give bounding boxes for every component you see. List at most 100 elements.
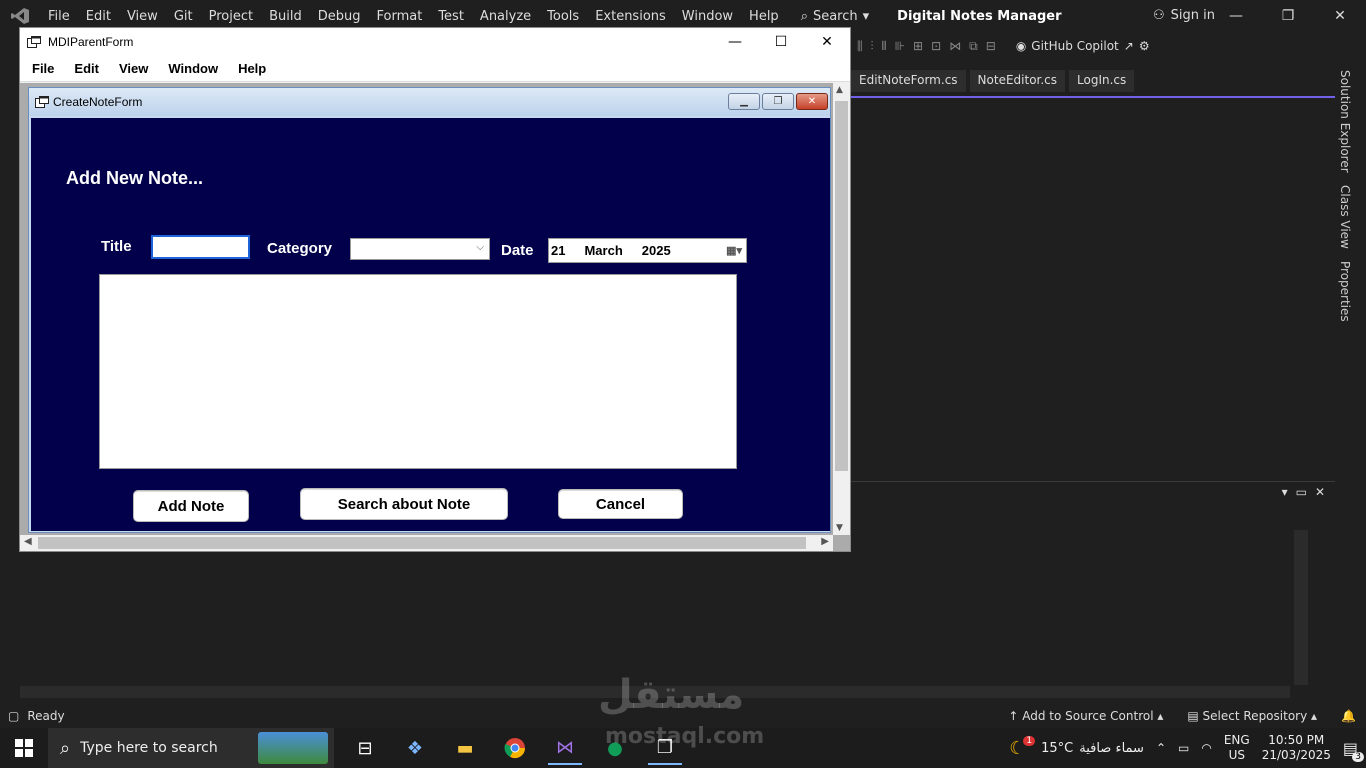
- mdi-titlebar[interactable]: MDIParentForm — ☐ ✕: [20, 28, 850, 56]
- date-month[interactable]: March: [584, 243, 622, 258]
- notifications-button[interactable]: ▤ 3: [1343, 739, 1364, 762]
- date-day[interactable]: 21: [551, 243, 565, 258]
- child-titlebar[interactable]: CreateNoteForm ▁ ❐ ✕: [29, 88, 830, 116]
- tray-chevron-up-icon[interactable]: ⌃: [1156, 741, 1166, 755]
- add-to-source-control-button[interactable]: ↑ Add to Source Control ▴: [1008, 709, 1163, 723]
- weather-badge: 1: [1023, 736, 1036, 746]
- vs-menu-help[interactable]: Help: [741, 9, 787, 24]
- layer-icon[interactable]: ⧉: [969, 39, 978, 54]
- note-content-textarea[interactable]: [99, 274, 737, 469]
- vertical-scroll-thumb[interactable]: [835, 101, 848, 471]
- language-indicator[interactable]: ENG US: [1224, 733, 1250, 763]
- chrome-icon[interactable]: [498, 731, 532, 765]
- calendar-icon[interactable]: ▦▾: [726, 244, 742, 257]
- close-icon[interactable]: ✕: [1314, 0, 1366, 32]
- vs-signin-label: Sign in: [1170, 8, 1215, 23]
- search-note-button[interactable]: Search about Note: [300, 488, 508, 520]
- vs-menu-view[interactable]: View: [119, 9, 166, 24]
- vs-side-tool-tabs: Solution Explorer Class View Properties: [1338, 70, 1366, 321]
- vs-menu-window[interactable]: Window: [674, 9, 741, 24]
- vs-menu-build[interactable]: Build: [261, 9, 310, 24]
- category-select[interactable]: ⌵: [350, 238, 490, 260]
- close-icon[interactable]: ✕: [796, 93, 828, 110]
- vs-menu-analyze[interactable]: Analyze: [472, 9, 539, 24]
- mdi-client-area: CreateNoteForm ▁ ❐ ✕ Add New Note... Tit…: [20, 83, 850, 551]
- visual-studio-taskbar-icon[interactable]: ⋈: [548, 731, 582, 765]
- lock-icon[interactable]: ⊟: [986, 39, 996, 53]
- maximize-icon[interactable]: ☐: [758, 28, 804, 56]
- tab-order-icon[interactable]: ⋈: [949, 39, 961, 53]
- battery-icon[interactable]: ▭: [1178, 741, 1189, 755]
- spacing-icon[interactable]: ⊪: [895, 39, 905, 53]
- vs-menu-git[interactable]: Git: [166, 9, 201, 24]
- date-picker[interactable]: 21 March 2025 ▦▾: [548, 238, 747, 263]
- cancel-button[interactable]: Cancel: [558, 489, 683, 519]
- scroll-up-icon[interactable]: ▲: [836, 85, 843, 95]
- system-tray: ☾ 1 15°C سماء صافية ⌃ ▭ ◠ ENG US 10:50 P…: [1009, 728, 1366, 768]
- taskbar-search-placeholder: Type here to search: [80, 740, 218, 756]
- vs-menu-file[interactable]: File: [40, 9, 78, 24]
- vs-solution-title: Digital Notes Manager: [897, 8, 1062, 24]
- minimize-icon[interactable]: —: [1210, 0, 1262, 32]
- grid-icon[interactable]: ⊡: [931, 39, 941, 53]
- copilot-label: GitHub Copilot: [1031, 39, 1119, 53]
- vs-editor-area: [851, 96, 1335, 481]
- settings-icon[interactable]: ⚙: [1139, 39, 1150, 53]
- mdi-menu-edit[interactable]: Edit: [62, 61, 99, 76]
- file-explorer-icon[interactable]: ▬: [448, 731, 482, 765]
- scroll-right-icon[interactable]: ▶: [821, 536, 829, 547]
- title-input[interactable]: [151, 235, 250, 259]
- select-repository-button[interactable]: ▤ Select Repository ▴: [1187, 709, 1317, 723]
- minimize-icon[interactable]: —: [712, 28, 758, 56]
- windows-start-icon[interactable]: [0, 728, 48, 768]
- panel-maximize-icon[interactable]: ▭: [1296, 485, 1307, 499]
- horizontal-scroll-thumb[interactable]: [38, 537, 806, 549]
- panel-close-icon[interactable]: ✕: [1315, 485, 1325, 499]
- close-icon[interactable]: ✕: [804, 28, 850, 56]
- align-icon[interactable]: ⫼: [857, 39, 863, 54]
- vs-menu-debug[interactable]: Debug: [310, 9, 369, 24]
- vs-vertical-scrollbar[interactable]: [1294, 530, 1308, 685]
- mdi-menu-help[interactable]: Help: [226, 61, 266, 76]
- align-center-icon[interactable]: ⫶: [871, 39, 874, 54]
- vs-menu-format[interactable]: Format: [369, 9, 431, 24]
- minimize-icon[interactable]: ▁: [728, 93, 760, 110]
- vs-menu-extensions[interactable]: Extensions: [587, 9, 674, 24]
- taskbar-clock[interactable]: 10:50 PM 21/03/2025: [1262, 733, 1331, 763]
- side-tab-properties[interactable]: Properties: [1338, 261, 1352, 322]
- child-window-title: CreateNoteForm: [53, 95, 143, 109]
- scroll-left-icon[interactable]: ◀: [24, 536, 32, 547]
- vs-signin-button[interactable]: ⚇ Sign in: [1153, 8, 1215, 23]
- tab-login[interactable]: LogIn.cs: [1069, 70, 1135, 92]
- vs-search-button[interactable]: ⌕ Search ▾: [801, 9, 869, 24]
- github-copilot-button[interactable]: ◉ GitHub Copilot ↗ ⚙: [1016, 39, 1150, 53]
- tab-editnoteform[interactable]: EditNoteForm.cs: [851, 70, 966, 92]
- mdi-menu-file[interactable]: File: [20, 61, 54, 76]
- wifi-icon[interactable]: ◠: [1201, 741, 1211, 755]
- date-year[interactable]: 2025: [642, 243, 671, 258]
- tab-noteeditor[interactable]: NoteEditor.cs: [969, 70, 1066, 92]
- scroll-down-icon[interactable]: ▼: [836, 523, 843, 533]
- restore-icon[interactable]: ❐: [1262, 0, 1314, 32]
- size-icon[interactable]: ⊞: [913, 39, 923, 53]
- restore-icon[interactable]: ❐: [762, 93, 794, 110]
- weather-widget[interactable]: ☾ 1 15°C سماء صافية: [1009, 736, 1144, 759]
- vs-menu-edit[interactable]: Edit: [78, 9, 119, 24]
- task-view-icon[interactable]: ⊟: [348, 731, 382, 765]
- add-note-button[interactable]: Add Note: [133, 490, 249, 522]
- mdi-vertical-scrollbar[interactable]: ▲ ▼: [833, 83, 850, 535]
- vs-menu-test[interactable]: Test: [430, 9, 472, 24]
- mdi-menu-view[interactable]: View: [107, 61, 148, 76]
- copilot-app-icon[interactable]: ❖: [398, 731, 432, 765]
- mdi-horizontal-scrollbar[interactable]: ◀ ▶: [20, 535, 833, 551]
- share-icon[interactable]: ↗: [1124, 39, 1134, 53]
- vs-menu-project[interactable]: Project: [201, 9, 261, 24]
- side-tab-class-view[interactable]: Class View: [1338, 185, 1352, 249]
- mdi-menu-window[interactable]: Window: [156, 61, 218, 76]
- taskbar-search-box[interactable]: ⌕ Type here to search: [48, 728, 334, 768]
- align-bottom-icon[interactable]: ⫴: [882, 39, 887, 54]
- vs-menu-tools[interactable]: Tools: [539, 9, 587, 24]
- side-tab-solution-explorer[interactable]: Solution Explorer: [1338, 70, 1352, 173]
- bell-icon[interactable]: 🔔: [1341, 709, 1356, 723]
- panel-dropdown-icon[interactable]: ▾: [1282, 485, 1288, 499]
